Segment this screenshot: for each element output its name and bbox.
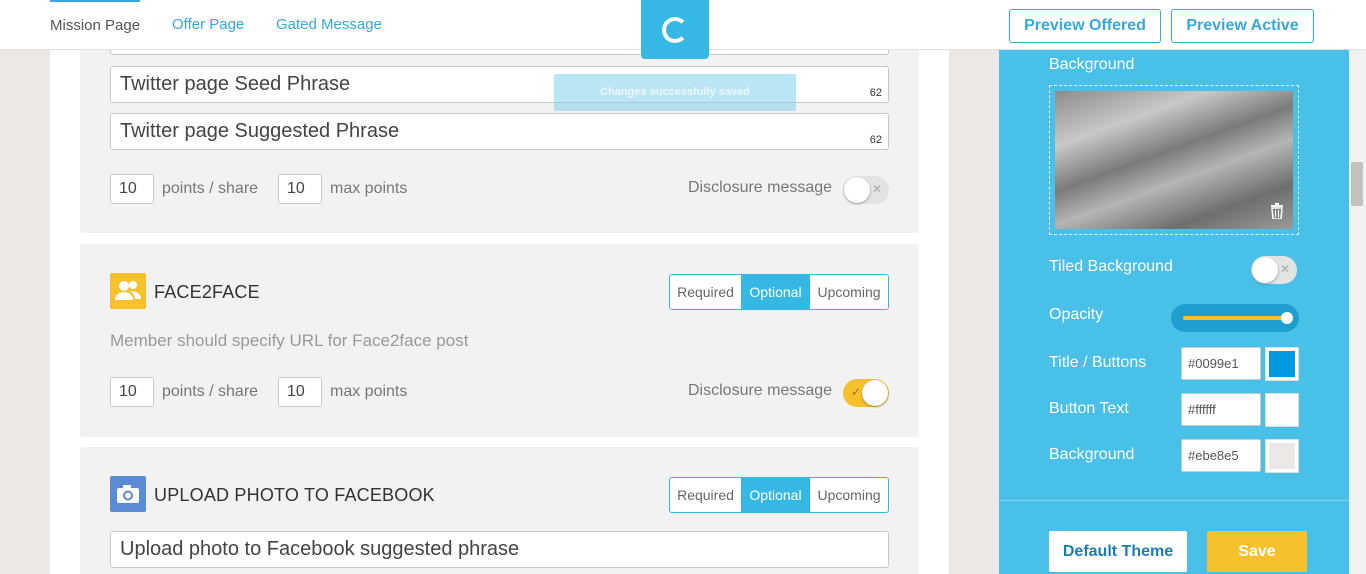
opacity-slider[interactable]: [1171, 304, 1299, 332]
disclosure-label: Disclosure message: [688, 382, 833, 399]
loading-spinner: [641, 0, 709, 59]
tab-gated-message[interactable]: Gated Message: [276, 0, 382, 50]
button-text-color-input[interactable]: #ffffff: [1181, 393, 1261, 426]
mission-content: Twitter page Seed Phrase 62 Twitter page…: [50, 50, 949, 574]
points-input[interactable]: 10: [110, 174, 154, 204]
background-image-label: Background: [1049, 56, 1135, 73]
slider-track: [1183, 316, 1287, 320]
color-preview: [1269, 397, 1295, 423]
twitter-suggested-phrase-input[interactable]: Twitter page Suggested Phrase 62: [110, 113, 889, 150]
tab-mission-page[interactable]: Mission Page: [50, 0, 141, 50]
option-optional[interactable]: Optional: [742, 478, 810, 512]
save-button[interactable]: Save: [1207, 531, 1307, 572]
requirement-selector: Required Optional Upcoming: [669, 274, 889, 310]
scrollbar-thumb[interactable]: [1351, 162, 1363, 206]
option-required[interactable]: Required: [670, 275, 742, 309]
check-icon: ✓: [851, 385, 862, 399]
tab-offer-page[interactable]: Offer Page: [172, 0, 244, 50]
background-dropzone[interactable]: [1049, 85, 1299, 235]
title-buttons-label: Title / Buttons: [1049, 354, 1147, 371]
disclosure-toggle[interactable]: ✓: [843, 379, 889, 407]
background-color-input[interactable]: #ebe8e5: [1181, 439, 1261, 472]
section-description: Member should specify URL for Face2face …: [110, 331, 469, 350]
x-icon: ✕: [1280, 262, 1291, 276]
twitter-seed-phrase-value: Twitter page Seed Phrase: [120, 73, 351, 95]
char-counter: 62: [869, 134, 882, 146]
panel-divider: [999, 500, 1349, 501]
upload-photo-section: UPLOAD PHOTO TO FACEBOOK Required Option…: [80, 447, 919, 574]
points-label: points / share: [162, 383, 259, 400]
max-points-label: max points: [330, 383, 408, 400]
option-upcoming[interactable]: Upcoming: [810, 478, 888, 512]
points-input[interactable]: 10: [110, 377, 154, 407]
requirement-selector: Required Optional Upcoming: [669, 477, 889, 513]
max-points-label: max points: [330, 180, 408, 197]
char-counter: 62: [869, 87, 882, 99]
toggle-knob: [1252, 257, 1278, 283]
max-points-input[interactable]: 10: [278, 377, 322, 407]
x-icon: ✕: [872, 182, 883, 196]
slider-thumb[interactable]: [1281, 312, 1293, 324]
preview-active-button[interactable]: Preview Active: [1171, 9, 1314, 43]
background-color-label: Background: [1049, 446, 1135, 463]
default-theme-button[interactable]: Default Theme: [1049, 531, 1187, 572]
theme-panel: Background Tiled Background ✕ Opacity Ti…: [999, 50, 1349, 574]
background-color-swatch[interactable]: [1265, 439, 1299, 473]
option-upcoming[interactable]: Upcoming: [810, 275, 888, 309]
section-title: FACE2FACE: [154, 282, 260, 302]
disclosure-label: Disclosure message: [688, 179, 833, 196]
option-required[interactable]: Required: [670, 478, 742, 512]
scrollbar[interactable]: [1349, 50, 1366, 574]
toggle-knob: [862, 380, 888, 406]
button-text-label: Button Text: [1049, 400, 1129, 417]
button-text-swatch[interactable]: [1265, 393, 1299, 427]
toggle-knob: [844, 177, 870, 203]
twitter-previous-field[interactable]: [110, 50, 889, 55]
title-buttons-swatch[interactable]: [1265, 347, 1299, 381]
upload-suggested-phrase-value: Upload photo to Facebook suggested phras…: [120, 538, 520, 560]
save-toast: Changes successfully saved: [554, 74, 796, 111]
section-title: UPLOAD PHOTO TO FACEBOOK: [154, 485, 435, 505]
tiled-background-label: Tiled Background: [1049, 258, 1173, 275]
points-label: points / share: [162, 180, 259, 197]
disclosure-toggle[interactable]: ✕: [843, 176, 889, 204]
face2face-section: FACE2FACE Required Optional Upcoming Mem…: [80, 244, 919, 437]
preview-offered-button[interactable]: Preview Offered: [1009, 9, 1161, 43]
trash-icon[interactable]: [1270, 203, 1284, 224]
color-preview: [1269, 443, 1295, 469]
users-icon: [110, 273, 146, 309]
max-points-input[interactable]: 10: [278, 174, 322, 204]
spinner-icon: [662, 17, 688, 43]
twitter-suggested-phrase-value: Twitter page Suggested Phrase: [120, 120, 400, 142]
color-preview: [1269, 351, 1295, 377]
title-buttons-color-input[interactable]: #0099e1: [1181, 347, 1261, 380]
tiled-background-toggle[interactable]: ✕: [1251, 256, 1297, 284]
option-optional[interactable]: Optional: [742, 275, 810, 309]
opacity-label: Opacity: [1049, 306, 1104, 323]
upload-suggested-phrase-input[interactable]: Upload photo to Facebook suggested phras…: [110, 531, 889, 568]
camera-icon: [110, 476, 146, 512]
background-image: [1055, 91, 1293, 229]
